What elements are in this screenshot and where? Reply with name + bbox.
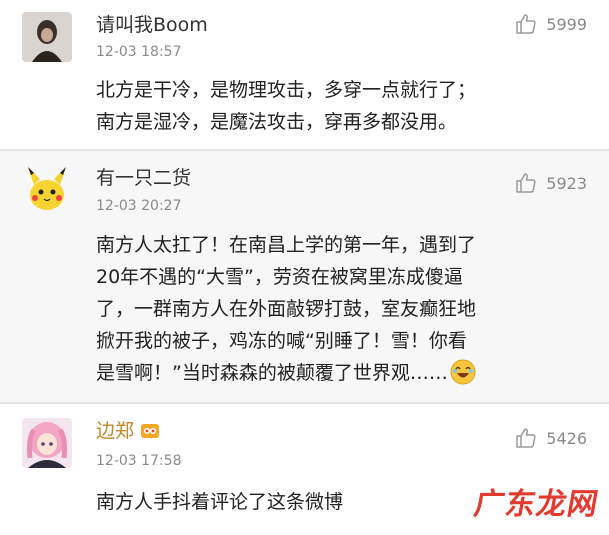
comment-line: 是雪啊！”当时森森的被颠覆了世界观…… <box>96 362 448 384</box>
comment-time: 12-03 20:27 <box>96 198 182 214</box>
thumbs-up-icon <box>516 173 536 193</box>
comment-line: 北方是干冷，是物理攻击，多穿一点就行了； <box>96 79 477 101</box>
comment-item: 有一只二货 12-03 20:27 5923 南方人太扛了！在南昌上学的第一年，… <box>0 151 609 403</box>
comment-time: 12-03 18:57 <box>96 44 182 60</box>
comment-line: 了，一群南方人在外面敲锣打鼓，室友癫狂地 <box>96 298 477 320</box>
dark-portrait-avatar-icon <box>22 12 72 62</box>
comment-line: 南方是湿冷，是魔法攻击，穿再多都没用。 <box>96 111 458 133</box>
comment-time: 12-03 17:58 <box>96 453 182 469</box>
like-count: 5999 <box>546 14 587 34</box>
comment-line: 南方人手抖着评论了这条微博 <box>96 491 344 513</box>
user-avatar[interactable] <box>22 165 72 215</box>
pikachu-avatar-icon <box>22 165 72 215</box>
thumbs-up-icon <box>516 428 536 448</box>
user-avatar[interactable] <box>22 12 72 62</box>
author-name[interactable]: 有一只二货 <box>96 163 191 190</box>
watermark-logo: 广东龙网 <box>471 487 602 522</box>
comment-text: 南方人太扛了！在南昌上学的第一年，遇到了 20年不遇的“大雪”，劳资在被窝里冻成… <box>96 229 476 389</box>
anime-girl-avatar-icon <box>22 418 72 468</box>
comment-line: 南方人太扛了！在南昌上学的第一年，遇到了 <box>96 234 477 256</box>
laughing-emoji-icon <box>450 359 476 385</box>
author-name[interactable]: 请叫我Boom <box>96 10 208 37</box>
like-button[interactable]: 5999 <box>514 12 587 36</box>
comment-line: 20年不遇的“大雪”，劳资在被窝里冻成傻逼 <box>96 266 463 288</box>
comment-item: 请叫我Boom 12-03 18:57 5999 北方是干冷，是物理攻击，多穿一… <box>0 0 609 150</box>
thumbs-up-icon <box>516 14 536 34</box>
comment-text: 北方是干冷，是物理攻击，多穿一点就行了； 南方是湿冷，是魔法攻击，穿再多都没用。 <box>96 74 476 138</box>
author-name[interactable]: 边郑 <box>96 420 134 442</box>
user-avatar[interactable] <box>22 418 72 468</box>
like-button[interactable]: 5426 <box>514 426 587 450</box>
comment-text: 南方人手抖着评论了这条微博 <box>96 486 343 518</box>
author-name-row: 边郑 <box>96 416 160 443</box>
comment-line: 掀开我的被子，鸡冻的喊“别睡了！雪！你看 <box>96 330 467 352</box>
like-count: 5923 <box>546 173 587 193</box>
vip-badge-icon <box>141 424 160 438</box>
like-button[interactable]: 5923 <box>514 171 587 195</box>
comment-line-with-emoji: 是雪啊！”当时森森的被颠覆了世界观…… <box>96 357 476 389</box>
like-count: 5426 <box>546 428 587 448</box>
